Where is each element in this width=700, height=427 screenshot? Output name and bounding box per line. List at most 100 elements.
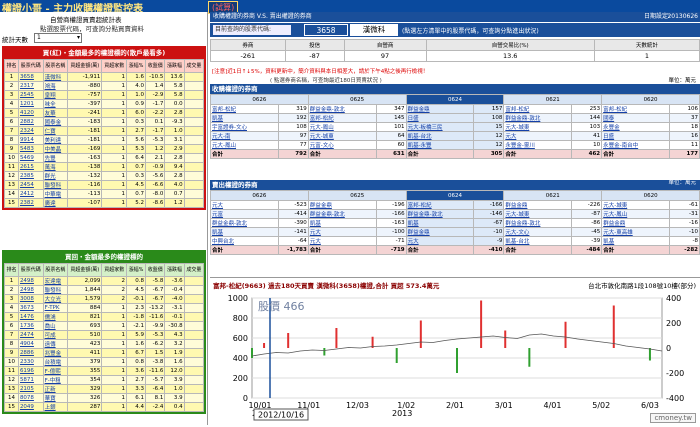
stock-name-link[interactable]: 宏達電 bbox=[42, 276, 69, 286]
stock-name-link[interactable]: 台積電 bbox=[42, 357, 69, 367]
stock-code-link[interactable]: 3658 bbox=[17, 72, 44, 82]
stock-name-link[interactable]: F-億熙 bbox=[42, 366, 69, 376]
stock-code-link[interactable]: 2105 bbox=[17, 384, 44, 394]
stock-name-link[interactable]: 兆豐金 bbox=[42, 348, 69, 358]
broker-link[interactable]: 富邦-松紀 bbox=[601, 104, 670, 114]
broker-link[interactable]: 元大-城東 bbox=[503, 122, 573, 132]
stock-code-link[interactable]: 2330 bbox=[17, 357, 44, 367]
stock-code-link[interactable]: 2886 bbox=[17, 348, 44, 358]
broker-link[interactable]: 永豐金 bbox=[601, 122, 670, 132]
broker-link[interactable]: 元大-城東 bbox=[503, 209, 573, 219]
broker-link[interactable]: 凱基 bbox=[210, 227, 279, 237]
stock-name-link[interactable]: 萬海 bbox=[42, 162, 69, 172]
stock-code-link[interactable]: 1476 bbox=[17, 312, 44, 322]
broker-link[interactable]: 群益金鼎-敦北 bbox=[307, 209, 377, 219]
stock-code-link[interactable]: 9914 bbox=[17, 135, 44, 145]
stock-name-link[interactable]: 皇翔 bbox=[42, 90, 69, 100]
broker-link[interactable]: 日盛 bbox=[601, 131, 670, 141]
broker-link[interactable]: 元大-南 bbox=[210, 131, 279, 141]
broker-link[interactable]: 元大-東高雄 bbox=[601, 227, 671, 237]
stock-name-link[interactable]: F-TPK bbox=[42, 303, 69, 313]
stock-name-link[interactable]: 廣達 bbox=[42, 198, 69, 208]
broker-link[interactable]: 元富-文心 bbox=[307, 140, 377, 150]
stock-code-link[interactable]: 2385 bbox=[17, 171, 44, 181]
date-value[interactable]: 20130626 bbox=[667, 12, 698, 22]
stock-name-link[interactable]: 中華電 bbox=[42, 189, 69, 199]
stock-code-link[interactable]: 2474 bbox=[17, 330, 44, 340]
stock-name-link[interactable]: 味全 bbox=[42, 99, 69, 109]
stock-name-link[interactable]: 遠傳 bbox=[42, 339, 69, 349]
broker-link[interactable]: 日盛 bbox=[405, 113, 475, 123]
broker-link[interactable]: 富邦-松紀 bbox=[307, 113, 377, 123]
broker-link[interactable]: 永豐金-南台中 bbox=[601, 140, 670, 150]
days-select[interactable]: 1 ▾ bbox=[34, 33, 82, 43]
broker-link[interactable]: 群益金鼎-敦北 bbox=[503, 218, 573, 228]
stock-code-link[interactable]: 2498 bbox=[17, 285, 44, 295]
stock-name-link[interactable]: 大立光 bbox=[42, 294, 69, 304]
broker-link[interactable]: 富邦-松紀 bbox=[503, 104, 573, 114]
broker-link[interactable]: 群益金鼎 bbox=[307, 200, 377, 210]
broker-link[interactable]: 凱基 bbox=[210, 113, 279, 123]
stock-name-link[interactable]: 中美晶 bbox=[42, 144, 69, 154]
broker-link[interactable]: 元大-文心 bbox=[503, 227, 573, 237]
broker-link[interactable]: 群益金鼎 bbox=[601, 218, 671, 228]
stock-name-link[interactable]: 仁寶 bbox=[42, 126, 69, 136]
stock-code-link[interactable]: 2317 bbox=[17, 81, 44, 91]
stock-code-link[interactable]: 2498 bbox=[17, 276, 44, 286]
broker-link[interactable]: 元大-城東 bbox=[307, 131, 377, 141]
stock-name-link[interactable]: 鴻海 bbox=[42, 81, 69, 91]
broker-link[interactable]: 元大 bbox=[405, 236, 475, 246]
stock-code-link[interactable]: 2454 bbox=[17, 180, 44, 190]
broker-link[interactable]: 元大-城東 bbox=[601, 200, 671, 210]
broker-link[interactable]: 宇富證券-文心 bbox=[210, 122, 279, 132]
stock-name-link[interactable]: 國泰金 bbox=[42, 117, 69, 127]
broker-link[interactable]: 永豐金-靈川 bbox=[503, 140, 573, 150]
stock-code-link[interactable]: 3673 bbox=[17, 303, 44, 313]
broker-link[interactable]: 元大 bbox=[307, 227, 377, 237]
broker-link[interactable]: 中興台北 bbox=[210, 236, 279, 246]
stock-code-link[interactable]: 5469 bbox=[17, 153, 44, 163]
stock-code-link[interactable]: 2382 bbox=[17, 198, 44, 208]
stock-name-link[interactable]: 先豐 bbox=[42, 153, 69, 163]
stock-code-link[interactable]: 8078 bbox=[17, 393, 44, 403]
stock-code-link[interactable]: 3008 bbox=[17, 294, 44, 304]
broker-link[interactable]: 元富 bbox=[210, 209, 279, 219]
broker-link[interactable]: 凱基-台北 bbox=[503, 236, 573, 246]
broker-link[interactable]: 元大 bbox=[210, 200, 279, 210]
stock-code-link[interactable]: 2615 bbox=[17, 162, 44, 172]
stock-code-link[interactable]: 6196 bbox=[17, 366, 44, 376]
stock-code-link[interactable]: 4120 bbox=[17, 108, 44, 118]
broker-link[interactable]: 元大 bbox=[307, 236, 377, 246]
stock-name-link[interactable]: 上銀 bbox=[42, 402, 69, 412]
stock-code-link[interactable]: 5483 bbox=[17, 144, 44, 154]
broker-link[interactable]: 元大-板橋三民 bbox=[405, 122, 475, 132]
broker-link[interactable]: 元大-鳳山 bbox=[307, 122, 377, 132]
price-broker-chart[interactable]: 100080060040020004002000-200-400股價 46610… bbox=[210, 290, 700, 425]
stock-code-link[interactable]: 5871 bbox=[17, 375, 44, 385]
broker-link[interactable]: 凱基-台北 bbox=[405, 131, 475, 141]
broker-link[interactable]: 凱基 bbox=[307, 218, 377, 228]
stock-name-link[interactable]: 漢微科 bbox=[42, 72, 69, 82]
broker-link[interactable]: 群益金鼎-敦北 bbox=[210, 218, 279, 228]
stock-code-link[interactable]: 1736 bbox=[17, 321, 44, 331]
broker-link[interactable]: 群益金鼎 bbox=[405, 227, 475, 237]
stock-name-link[interactable]: 友華 bbox=[42, 108, 69, 118]
broker-link[interactable]: 群益金鼎-敦北 bbox=[503, 113, 573, 123]
broker-link[interactable]: 凱基-永豐 bbox=[405, 140, 475, 150]
stock-name-link[interactable]: 儒鴻 bbox=[42, 312, 69, 322]
stock-name-link[interactable]: 聯發科 bbox=[42, 285, 69, 295]
stock-name-link[interactable]: 美利達 bbox=[42, 135, 69, 145]
broker-link[interactable]: 國泰 bbox=[601, 113, 670, 123]
stock-name-link[interactable]: 正新 bbox=[42, 384, 69, 394]
stock-code-link[interactable]: 2049 bbox=[17, 402, 44, 412]
broker-link[interactable]: 元大 bbox=[503, 131, 573, 141]
stock-name-link[interactable]: 群光 bbox=[42, 171, 69, 181]
stock-code-link[interactable]: 2545 bbox=[17, 90, 44, 100]
stock-code-input[interactable]: 3658 bbox=[304, 24, 348, 36]
broker-link[interactable]: 富邦-松紀 bbox=[405, 200, 475, 210]
broker-link[interactable]: 富邦-松紀 bbox=[210, 104, 279, 114]
stock-name-link[interactable]: F-中租 bbox=[42, 375, 69, 385]
stock-code-link[interactable]: 2412 bbox=[17, 189, 44, 199]
broker-link[interactable]: 凱基 bbox=[601, 236, 671, 246]
stock-code-link[interactable]: 2882 bbox=[17, 117, 44, 127]
